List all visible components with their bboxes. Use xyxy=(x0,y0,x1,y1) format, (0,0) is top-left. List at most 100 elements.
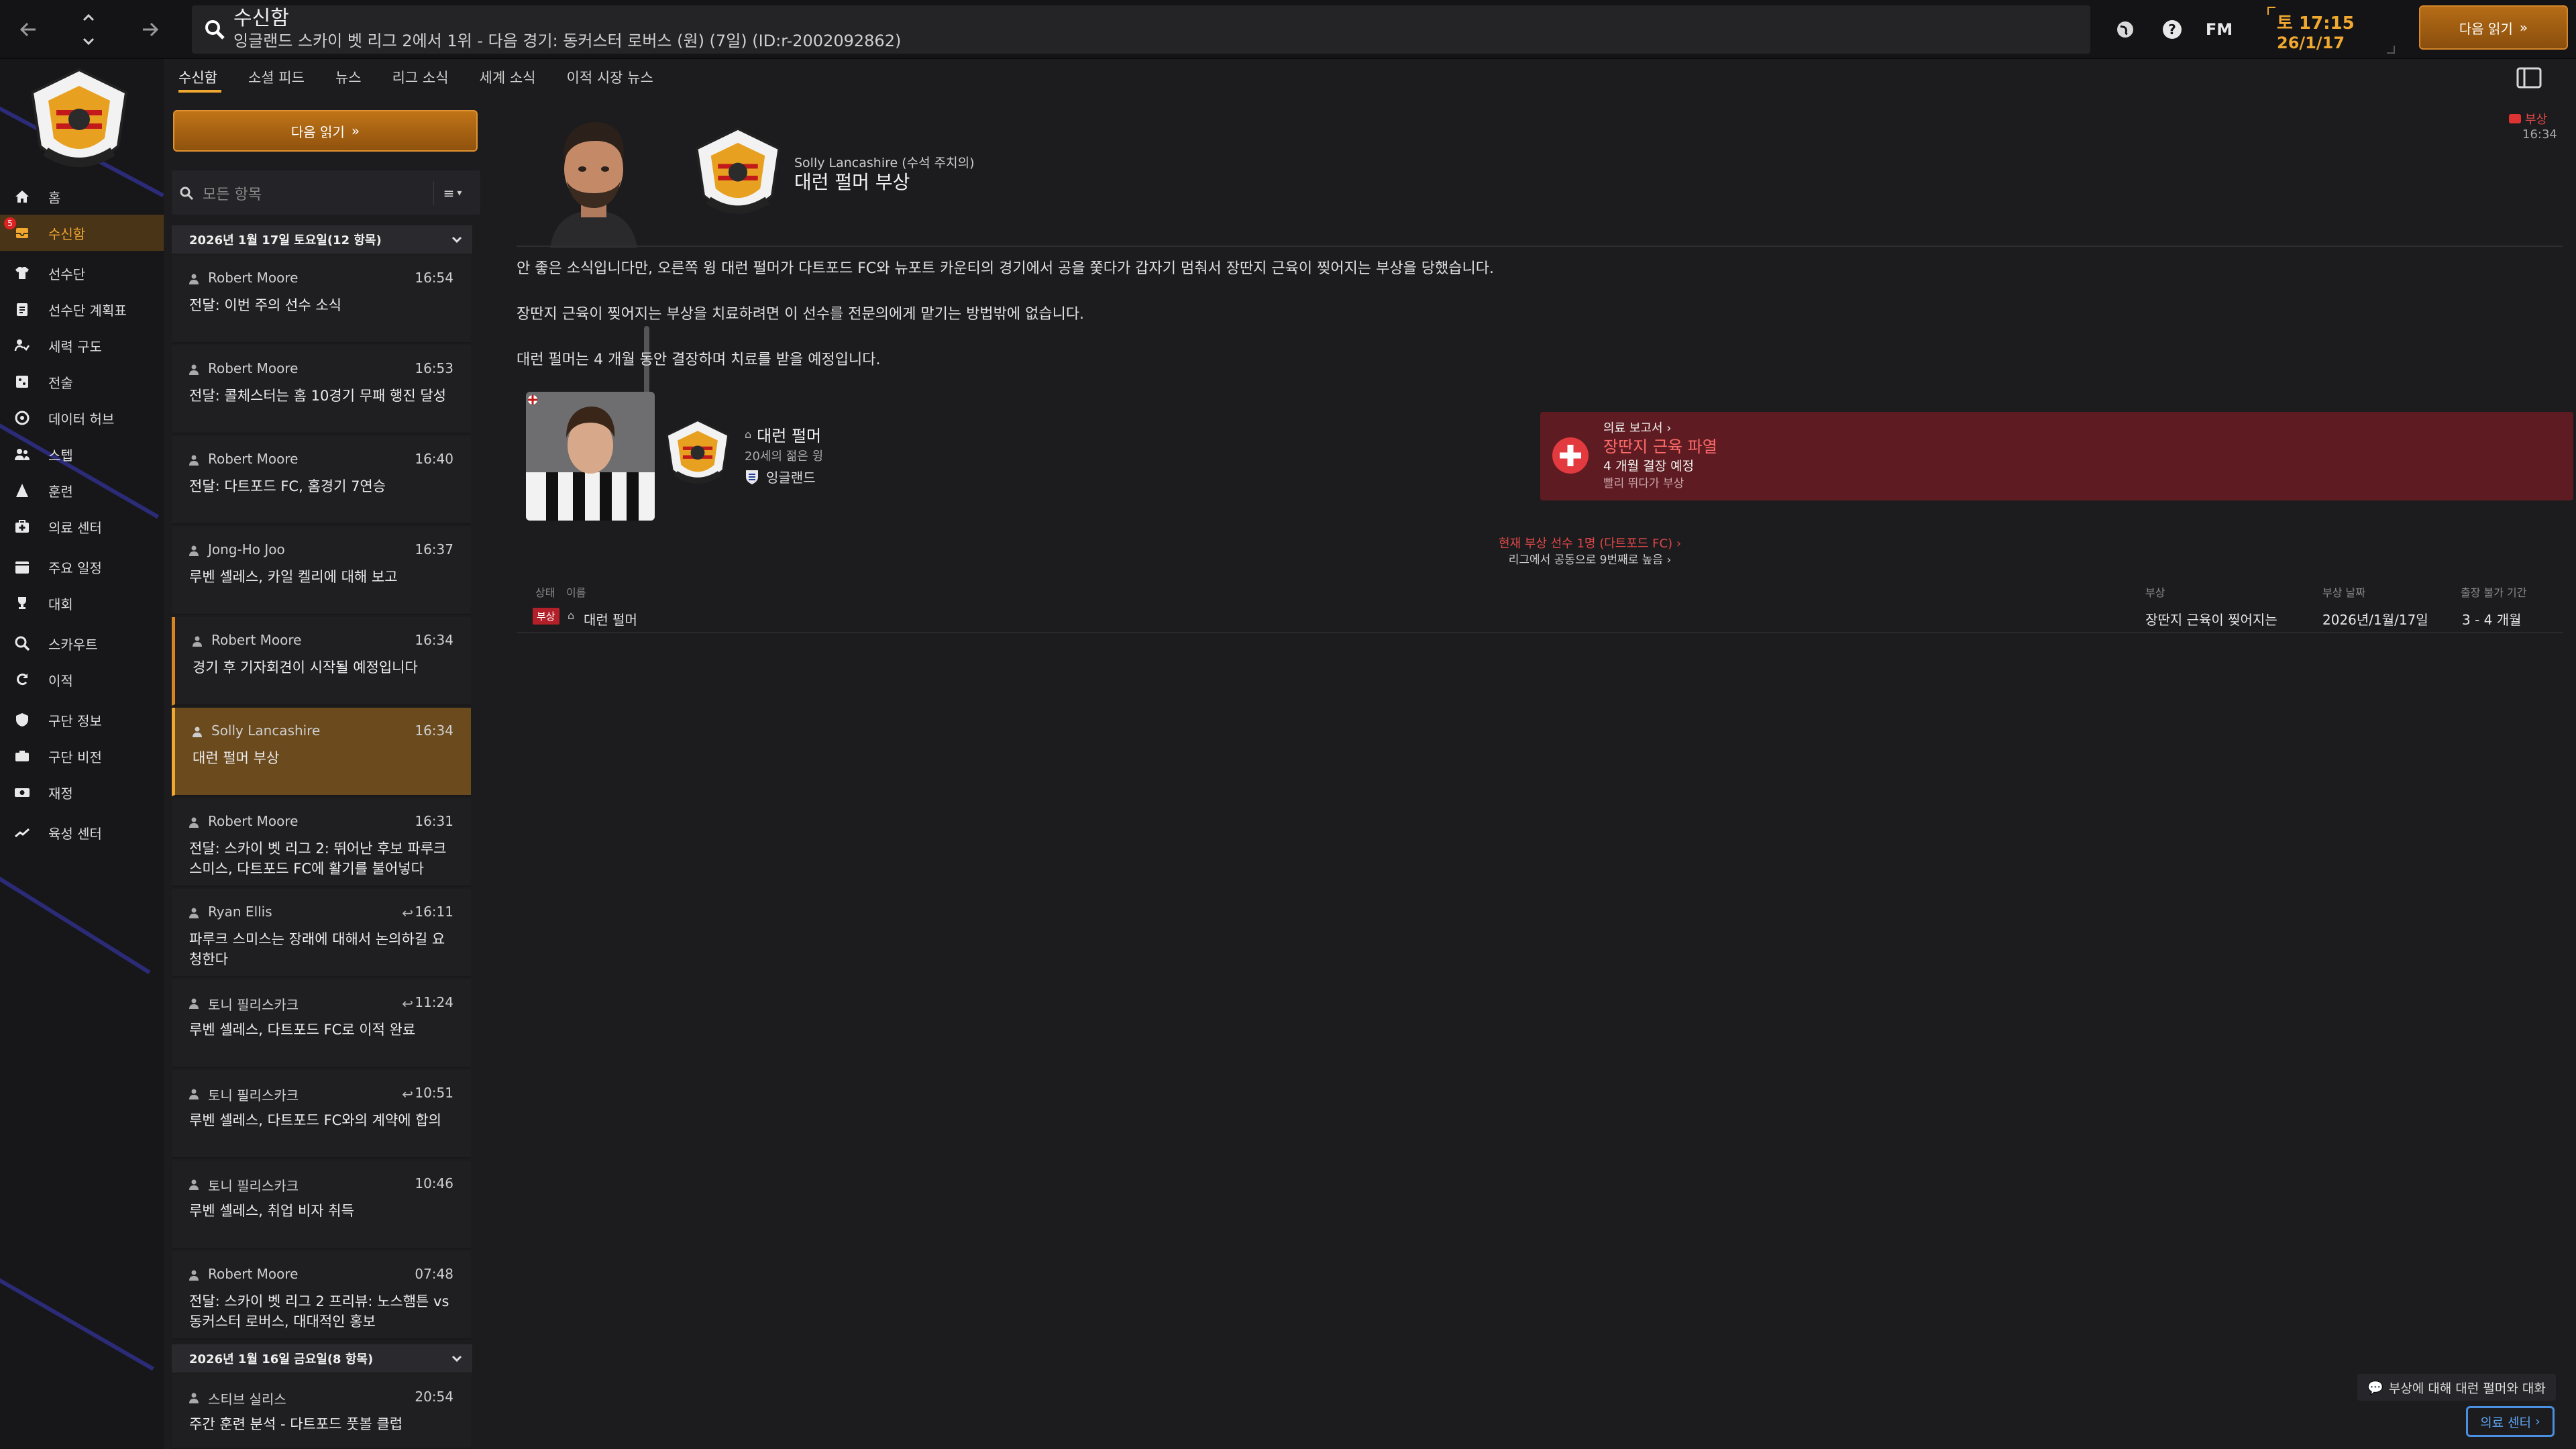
club-crest-logo[interactable] xyxy=(25,66,133,180)
sidebar-item-staff[interactable]: 스텝 xyxy=(0,436,164,472)
chevron-down-icon[interactable] xyxy=(79,32,98,51)
sidebar-item-dynamics[interactable]: 세력 구도 xyxy=(0,327,164,364)
player-photo[interactable] xyxy=(526,392,655,521)
message-filter[interactable]: 모든 항목 ≡ ▾ xyxy=(172,170,480,215)
sidebar-item-transfers[interactable]: 이적 xyxy=(0,661,164,698)
sidebar-item-squad-planner[interactable]: 선수단 계획표 xyxy=(0,291,164,327)
message-item-selected[interactable]: Solly Lancashire 16:34 대런 펄머 부상 xyxy=(172,708,471,796)
chevron-up-icon[interactable] xyxy=(79,8,98,27)
sidebar-item-club-info[interactable]: 구단 정보 xyxy=(0,702,164,738)
message-item[interactable]: 토니 필리스카크 ↩ 11:24 루벤 셀레스, 다트포드 FC로 이적 완료 xyxy=(172,979,471,1068)
table-row[interactable]: 부상 ⌂ 대런 펄머 장딴지 근육이 찢어지는 2026년/1월/17일 3 -… xyxy=(517,600,2563,633)
main-nav: 홈 5 수신함 선수단 선수단 계획표 세력 구도 전술 데이터 허브 스텝 훈… xyxy=(0,178,164,851)
message-item[interactable]: Robert Moore 16:31 전달: 스카이 벳 리그 2: 뛰어난 후… xyxy=(172,798,471,887)
col-status[interactable]: 상태 xyxy=(535,584,555,600)
forward-button[interactable] xyxy=(121,0,178,59)
sidebar-item-finance[interactable]: 재정 xyxy=(0,774,164,810)
corner-bracket-icon xyxy=(2387,46,2395,54)
sidebar-item-label: 수신함 xyxy=(48,225,86,242)
tactics-icon xyxy=(13,373,31,390)
fm-logo[interactable]: FM xyxy=(2204,15,2234,44)
injury-tag-icon xyxy=(2509,114,2521,123)
message-item[interactable]: Jong-Ho Joo 16:37 루벤 셀레스, 카일 켈리에 대해 보고 xyxy=(172,527,471,615)
sidebar-item-tactics[interactable]: 전술 xyxy=(0,364,164,400)
person-icon xyxy=(193,727,202,737)
date-group-header[interactable]: 2026년 1월 16일 금요일(8 항목) xyxy=(172,1344,472,1373)
page-header-search[interactable]: 수신함 잉글랜드 스카이 벳 리그 2에서 1위 - 다음 경기: 동커스터 로… xyxy=(192,5,2090,54)
globe-icon[interactable] xyxy=(2110,15,2140,44)
tab-world-news[interactable]: 세계 소식 xyxy=(473,63,551,94)
page-title: 수신함 xyxy=(233,7,289,30)
col-date[interactable]: 부상 날짜 xyxy=(2322,584,2365,600)
league-rank-link[interactable]: 리그에서 공동으로 9번째로 높음 › xyxy=(1449,550,1731,567)
message-item[interactable]: 토니 필리스카크 ↩ 10:51 루벤 셀레스, 다트포드 FC와의 계약에 합… xyxy=(172,1070,471,1159)
col-name[interactable]: 이름 xyxy=(566,584,586,600)
sidebar-item-club-vision[interactable]: 구단 비전 xyxy=(0,738,164,774)
chevron-right-icon: › xyxy=(2535,1414,2540,1429)
back-button[interactable] xyxy=(0,0,58,59)
filter-input[interactable]: 모든 항목 xyxy=(203,182,262,204)
message-item[interactable]: Robert Moore 16:54 전달: 이번 주의 선수 소식 xyxy=(172,255,471,343)
help-icon[interactable]: ? xyxy=(2157,15,2187,44)
sidebar-item-scouting[interactable]: 스카우트 xyxy=(0,625,164,661)
scout-icon xyxy=(13,635,31,652)
message-item[interactable]: Ryan Ellis ↩ 16:11 파루크 스미스는 장래에 대해서 논의하길… xyxy=(172,889,471,977)
reply-icon: ↩ xyxy=(402,905,413,921)
date-group-header[interactable]: 2026년 1월 17일 토요일(12 항목) xyxy=(172,225,472,254)
sidebar-item-medical[interactable]: 의료 센터 xyxy=(0,508,164,545)
message-subject: 대런 펄머 부상 xyxy=(193,750,280,766)
message-time: 16:11 xyxy=(415,904,453,920)
medical-report-card[interactable]: 의료 보고서 › 장딴지 근육 파열 4 개월 결장 예정 빨리 뛰다가 부상 xyxy=(1540,412,2573,500)
sidebar-item-squad[interactable]: 선수단 xyxy=(0,255,164,291)
player-name-link[interactable]: ⌂ 대런 펄머 xyxy=(745,423,821,446)
message-sender: Robert Moore xyxy=(208,360,299,376)
sidebar-item-training[interactable]: 훈련 xyxy=(0,472,164,508)
tab-inbox[interactable]: 수신함 xyxy=(172,63,232,94)
history-updown[interactable] xyxy=(67,5,110,54)
tab-social-feed[interactable]: 소셜 피드 xyxy=(241,63,319,94)
player-nationality[interactable]: 잉글랜드 xyxy=(745,467,816,486)
panel-toggle-icon[interactable] xyxy=(2516,66,2542,90)
sidebar-item-label: 선수단 계획표 xyxy=(48,302,127,319)
tab-news[interactable]: 뉴스 xyxy=(329,63,376,94)
staff-avatar[interactable] xyxy=(537,114,651,248)
col-injury[interactable]: 부상 xyxy=(2145,584,2165,600)
sidebar-item-label: 스텝 xyxy=(48,447,73,464)
date-time-display[interactable]: 토 17:15 26/1/17 xyxy=(2267,7,2395,54)
tab-league-news[interactable]: 리그 소식 xyxy=(386,63,464,94)
discuss-injury-button[interactable]: 💬 부상에 대해 대런 펄머와 대화 xyxy=(2357,1374,2556,1401)
top-bar: 수신함 잉글랜드 스카이 벳 리그 2에서 1위 - 다음 경기: 동커스터 로… xyxy=(0,0,2576,59)
page-subtitle: 잉글랜드 스카이 벳 리그 2에서 1위 - 다음 경기: 동커스터 로버스 (… xyxy=(233,32,902,50)
filter-menu-button[interactable]: ≡ ▾ xyxy=(433,181,471,205)
sidebar-item-data-hub[interactable]: 데이터 허브 xyxy=(0,400,164,436)
sidebar-item-development[interactable]: 육성 센터 xyxy=(0,814,164,851)
message-item[interactable]: Robert Moore 16:40 전달: 다트포드 FC, 홈경기 7연승 xyxy=(172,436,471,525)
sidebar-item-label: 훈련 xyxy=(48,483,73,500)
tab-transfer-news[interactable]: 이적 시장 뉴스 xyxy=(560,63,668,94)
person-icon xyxy=(189,545,199,556)
list-menu-icon: ≡ xyxy=(443,185,455,201)
message-sender: Robert Moore xyxy=(208,270,299,286)
message-item[interactable]: 토니 필리스카크 10:46 루벤 셀레스, 취업 비자 취득 xyxy=(172,1161,471,1249)
sidebar-item-competitions[interactable]: 대회 xyxy=(0,585,164,621)
message-item[interactable]: Robert Moore 16:53 전달: 콜체스터는 홈 10경기 무패 행… xyxy=(172,345,471,434)
sidebar-item-label: 육성 센터 xyxy=(48,825,102,842)
injury-table-header: 상태 이름 부상 부상 날짜 출장 불가 기간 xyxy=(517,580,2563,600)
read-next-button[interactable]: 다음 읽기 » xyxy=(173,110,478,152)
sidebar-item-inbox[interactable]: 5 수신함 xyxy=(0,215,164,251)
inbox-icon xyxy=(13,224,31,241)
message-item[interactable]: Robert Moore 16:34 경기 후 기자회견이 시작될 예정입니다 xyxy=(172,617,471,706)
current-injuries-link[interactable]: 현재 부상 선수 1명 (다트포드 FC) › xyxy=(1449,534,1731,551)
injured-player-name[interactable]: 대런 펄머 xyxy=(584,609,637,629)
message-subject: 경기 후 기자회견이 시작될 예정입니다 xyxy=(193,659,418,676)
person-icon: ⌂ xyxy=(745,428,752,441)
sidebar-item-schedule[interactable]: 주요 일정 xyxy=(0,549,164,585)
continue-button[interactable]: 다음 읽기 » xyxy=(2419,5,2568,50)
message-sender: 토니 필리스카크 xyxy=(208,1087,299,1104)
message-item[interactable]: 스티브 실리스 20:54 주간 훈련 분석 - 다트포드 풋볼 클럽 xyxy=(172,1374,471,1449)
message-item[interactable]: Robert Moore 07:48 전달: 스카이 벳 리그 2 프리뷰: 노… xyxy=(172,1251,471,1340)
col-period[interactable]: 출장 불가 기간 xyxy=(2461,584,2527,600)
medical-centre-button[interactable]: 의료 센터 › xyxy=(2466,1406,2555,1437)
date-group-label: 2026년 1월 17일 토요일(12 항목) xyxy=(189,233,382,248)
sidebar-item-home[interactable]: 홈 xyxy=(0,178,164,215)
